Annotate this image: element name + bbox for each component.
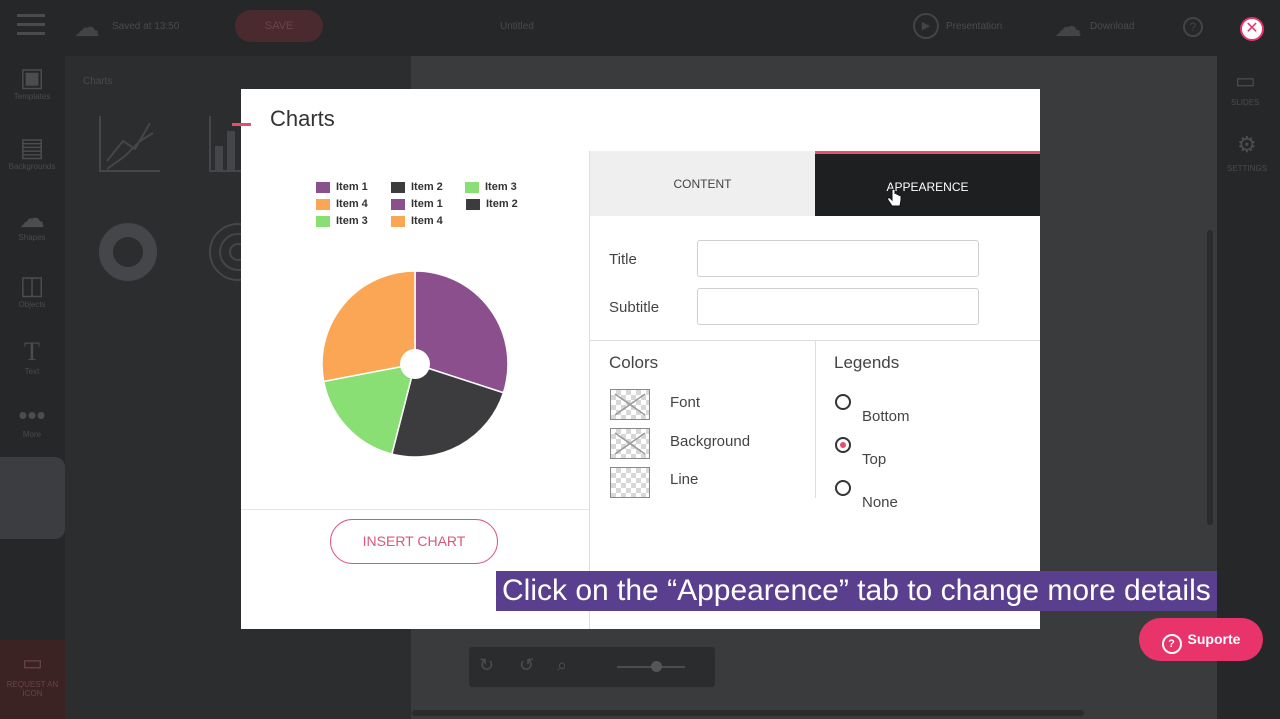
chat-icon: ▭ [22, 650, 43, 675]
close-icon[interactable]: ✕ [1240, 17, 1264, 41]
download-link[interactable]: Download [1090, 21, 1134, 32]
legend-swatch [316, 181, 330, 193]
subtitle-input[interactable] [697, 288, 979, 325]
legend-swatch [316, 215, 330, 227]
legend-swatch [465, 181, 479, 193]
help-icon[interactable]: ? [1183, 17, 1203, 37]
tab-content[interactable]: CONTENT [590, 151, 815, 216]
legend-item: Item 1 [391, 198, 443, 210]
pie-center-hole [400, 349, 430, 379]
legend-item: Item 3 [316, 215, 368, 227]
text-icon: T [24, 337, 40, 366]
legend-swatch [391, 198, 405, 210]
colors-heading: Colors [609, 353, 659, 372]
legend-item: Item 4 [391, 215, 443, 227]
sidebar-item-objects[interactable]: ◫ Objects [8, 270, 56, 309]
save-status: Saved at 13:50 [112, 21, 180, 32]
tab-appearence[interactable]: APPEARENCE [815, 151, 1040, 216]
folder-star-icon: ▣ [19, 62, 45, 92]
line-chart-thumbnail[interactable] [95, 111, 165, 176]
undo-icon[interactable]: ↺ [519, 655, 534, 676]
cloud-download-icon[interactable]: ☁ [1054, 10, 1082, 43]
preview-divider [241, 509, 589, 510]
line-color-label: Line [670, 471, 699, 488]
hand-cursor-icon [887, 188, 902, 207]
redo-icon[interactable]: ↻ [479, 655, 494, 676]
menu-icon[interactable] [17, 14, 45, 35]
legend-item: Item 1 [316, 181, 368, 193]
no-color-icon [614, 393, 646, 416]
background-color-swatch[interactable] [610, 428, 650, 459]
sidebar-item-more[interactable]: ••• More [8, 400, 56, 439]
presentation-link[interactable]: Presentation [946, 21, 1002, 32]
insert-chart-button[interactable]: INSERT CHART [330, 519, 498, 564]
save-button[interactable]: SAVE [235, 10, 323, 42]
slides-label: SLIDES [1231, 98, 1260, 107]
modal-vertical-divider [589, 151, 590, 629]
cloud-shape-icon: ☁ [19, 203, 45, 233]
document-name[interactable]: Untitled [500, 21, 534, 32]
radio-none-label: None [862, 494, 898, 511]
background-color-label: Background [670, 433, 751, 450]
radio-bottom[interactable] [835, 394, 851, 410]
zoom-slider-handle[interactable] [651, 661, 662, 672]
radio-top[interactable] [835, 437, 851, 453]
subtitle-label: Subtitle [609, 299, 660, 316]
title-accent-dash [232, 123, 251, 126]
line-color-swatch[interactable] [610, 467, 650, 498]
legend-swatch [391, 181, 405, 193]
title-label: Title [609, 251, 637, 268]
objects-icon: ◫ [19, 270, 45, 300]
sidebar-item-templates[interactable]: ▣ Templates [8, 62, 56, 101]
legend-swatch [466, 198, 480, 210]
slides-icon[interactable]: ▭ [1235, 68, 1256, 94]
radio-none[interactable] [835, 480, 851, 496]
support-button[interactable]: ? Suporte [1139, 618, 1263, 661]
panel-title: Charts [83, 76, 113, 87]
donut-chart-thumbnail[interactable] [97, 221, 159, 283]
radio-top-label: Top [862, 451, 887, 468]
font-color-label: Font [670, 394, 701, 411]
top-toolbar: ☁ Saved at 13:50 SAVE Untitled ▶ Present… [0, 0, 1280, 56]
canvas-scrollbar[interactable] [1207, 230, 1213, 525]
request-icon-button[interactable]: ▭ REQUEST AN ICON [0, 640, 65, 719]
no-color-icon [614, 432, 646, 455]
legend-item: Item 4 [316, 198, 368, 210]
zoom-toolbar: ↻ ↺ ⌕ [469, 647, 715, 687]
play-icon[interactable]: ▶ [913, 13, 939, 39]
background-icon: ▤ [19, 132, 45, 162]
cloud-icon: ☁ [74, 12, 100, 42]
sidebar-item-shapes[interactable]: ☁ Shapes [8, 203, 56, 242]
font-color-swatch[interactable] [610, 389, 650, 420]
help-icon: ? [1161, 634, 1182, 654]
sidebar-active-highlight [0, 457, 65, 539]
radio-bottom-label: Bottom [862, 408, 910, 425]
legends-heading: Legends [834, 353, 900, 372]
legend-item: Item 2 [391, 181, 443, 193]
title-input[interactable] [697, 240, 979, 277]
legend-swatch [316, 198, 330, 210]
legend-swatch [391, 215, 405, 227]
legend-item: Item 2 [466, 198, 518, 210]
sidebar-item-backgrounds[interactable]: ▤ Backgrounds [8, 132, 56, 171]
tutorial-caption: Click on the “Appearence” tab to change … [496, 571, 1217, 611]
gear-icon[interactable]: ⚙ [1237, 132, 1257, 158]
zoom-icon[interactable]: ⌕ [557, 655, 567, 676]
legend-item: Item 3 [465, 181, 517, 193]
more-icon: ••• [18, 400, 46, 430]
modal-title: Charts [270, 106, 335, 131]
pie-chart [321, 270, 509, 458]
sidebar-item-text[interactable]: T Text [8, 337, 56, 376]
bar-chart-thumbnail[interactable] [205, 111, 245, 176]
horizontal-scrollbar[interactable] [412, 710, 1084, 716]
colors-legends-divider [815, 341, 816, 498]
settings-label: SETTINGS [1227, 164, 1268, 173]
